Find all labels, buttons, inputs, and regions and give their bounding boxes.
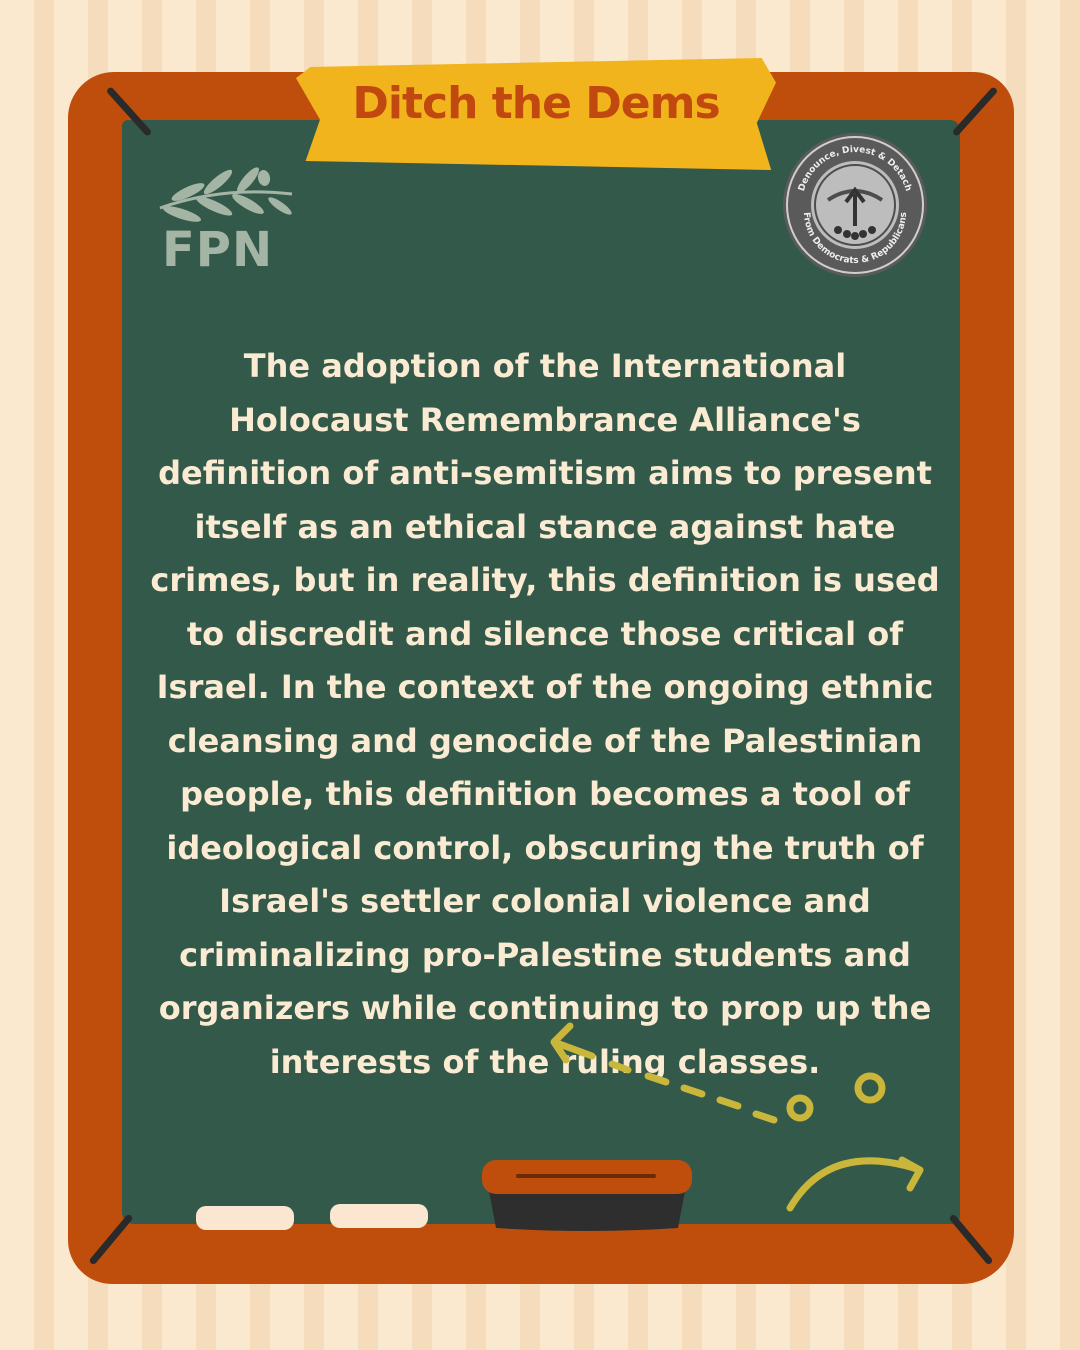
eraser-icon — [482, 1160, 692, 1231]
chalk-frown-icon — [786, 1156, 924, 1212]
banner-title: Ditch the Dems — [352, 78, 720, 129]
chalk-eye-right-icon — [854, 1072, 886, 1104]
chalk-stick-2 — [330, 1204, 428, 1228]
chalk-eye-left-icon — [786, 1094, 814, 1122]
fpn-logo-text: FPN — [162, 222, 274, 278]
chalk-arrow-icon — [550, 1022, 596, 1064]
body-paragraph: The adoption of the International Holoca… — [150, 347, 940, 1081]
ddd-seal-icon: Denounce, Divest & Detach From Democrats… — [783, 133, 927, 277]
chalk-stick-1 — [196, 1206, 294, 1230]
